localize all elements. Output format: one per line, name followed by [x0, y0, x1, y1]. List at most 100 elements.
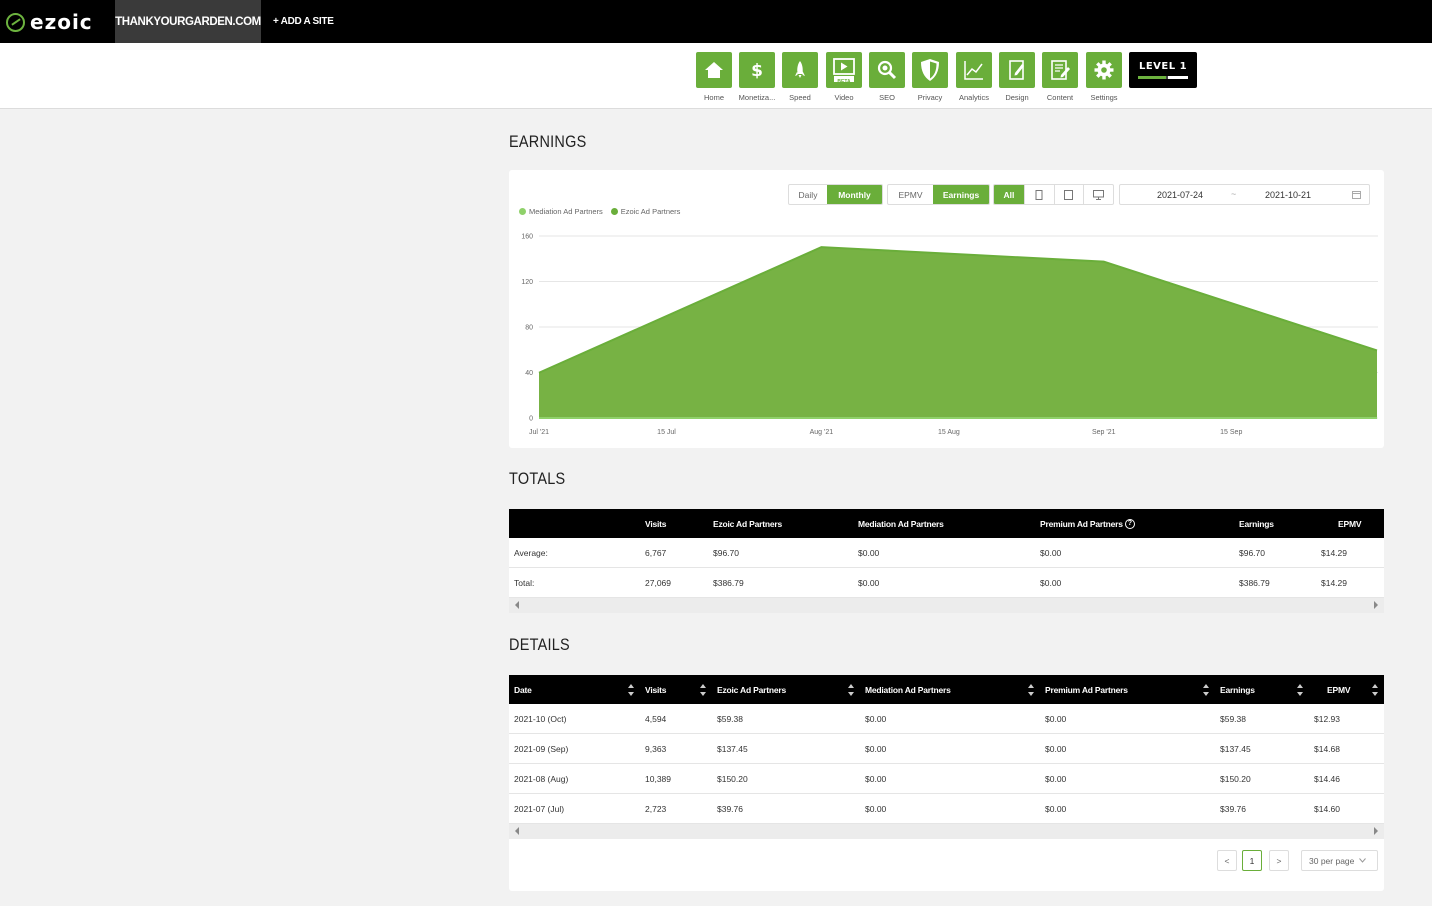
cell-epmv: $14.46: [1314, 774, 1340, 784]
daily-button[interactable]: Daily: [789, 185, 827, 204]
earnings-heading: EARNINGS: [509, 132, 587, 151]
cell-date: 2021-08 (Aug): [514, 774, 569, 784]
sort-icon[interactable]: [1203, 684, 1209, 696]
sort-icon[interactable]: [848, 684, 854, 696]
column-header-epmv[interactable]: EPMV: [1327, 675, 1350, 704]
logo-text: ezoic: [30, 10, 93, 34]
column-header-mediation[interactable]: Mediation Ad Partners: [865, 675, 951, 704]
column-header-ezoic: Ezoic Ad Partners: [713, 518, 783, 529]
scroll-left-arrow[interactable]: [515, 601, 519, 609]
cell-earnings: $59.38: [1220, 714, 1246, 724]
page-size-value: 30 per page: [1309, 855, 1355, 866]
analytics-button[interactable]: [956, 52, 992, 88]
cell-visits: 4,594: [645, 714, 667, 724]
ezoic-logo[interactable]: ezoic: [6, 8, 93, 36]
nav-label: SEO: [879, 93, 895, 102]
sort-icon[interactable]: [700, 684, 706, 696]
page-size-select[interactable]: 30 per page: [1301, 850, 1378, 871]
nav-item-seo[interactable]: SEO: [869, 52, 905, 102]
content-button[interactable]: [1042, 52, 1078, 88]
seo-button[interactable]: [869, 52, 905, 88]
nav-item-analytics[interactable]: Analytics: [956, 52, 992, 102]
chevron-down-icon: [1359, 858, 1367, 863]
granularity-toggle: Daily Monthly: [788, 184, 883, 205]
tablet-button[interactable]: [1053, 185, 1084, 204]
level-badge[interactable]: LEVEL 1: [1129, 52, 1197, 88]
settings-button[interactable]: [1086, 52, 1122, 88]
current-page-button[interactable]: 1: [1242, 850, 1262, 871]
chart-legend: Mediation Ad Partners Ezoic Ad Partners: [519, 207, 680, 216]
date-start[interactable]: 2021-07-24: [1157, 190, 1203, 200]
desktop-button[interactable]: [1083, 185, 1113, 204]
x-tick-label: 15 Jul: [657, 429, 676, 436]
legend-item-ezoic[interactable]: Ezoic Ad Partners: [610, 207, 681, 216]
sort-icon[interactable]: [628, 684, 634, 696]
date-range-picker[interactable]: 2021-07-24 ~ 2021-10-21: [1119, 184, 1370, 205]
column-header-premium-label: Premium Ad Partners: [1040, 518, 1123, 529]
site-selector-tab[interactable]: THANKYOURGARDEN.COM: [115, 0, 261, 43]
all-devices-button[interactable]: All: [994, 185, 1024, 204]
scroll-right-arrow[interactable]: [1374, 601, 1378, 609]
legend-item-mediation[interactable]: Mediation Ad Partners: [519, 207, 603, 216]
y-tick-label: 160: [521, 234, 533, 241]
nav-item-design[interactable]: Design: [999, 52, 1035, 102]
monetization-button[interactable]: $: [739, 52, 775, 88]
nav-item-home[interactable]: Home: [696, 52, 732, 102]
top-bar: ezoic THANKYOURGARDEN.COM + ADD A SITE: [0, 0, 1432, 43]
table-row: 2021-10 (Oct) 4,594 $59.38 $0.00 $0.00 $…: [509, 704, 1384, 734]
privacy-button[interactable]: [912, 52, 948, 88]
y-tick-label: 40: [525, 370, 533, 377]
cell-ezoic: $59.38: [717, 714, 743, 724]
nav-label: Design: [1005, 93, 1029, 102]
horizontal-scrollbar[interactable]: [509, 598, 1384, 613]
column-header-date[interactable]: Date: [514, 675, 532, 704]
cell-ezoic: $96.70: [713, 548, 739, 558]
column-header-premium[interactable]: Premium Ad Partners: [1045, 675, 1128, 704]
sort-icon[interactable]: [1028, 684, 1034, 696]
nav-item-content[interactable]: Content: [1042, 52, 1078, 102]
device-toggle: All: [993, 184, 1114, 205]
cell-premium: $0.00: [1045, 774, 1067, 784]
cell-epmv: $14.29: [1321, 548, 1347, 558]
sort-icon[interactable]: [1297, 684, 1303, 696]
prev-page-button[interactable]: <: [1217, 850, 1237, 871]
scroll-right-arrow[interactable]: [1374, 827, 1378, 835]
legend-label: Ezoic Ad Partners: [620, 207, 681, 216]
column-header-visits[interactable]: Visits: [645, 675, 667, 704]
shield-icon: [921, 59, 939, 81]
nav-item-monetization[interactable]: $ Monetiza...: [739, 52, 775, 102]
cell-ezoic: $39.76: [717, 804, 743, 814]
cell-epmv: $14.60: [1314, 804, 1340, 814]
mobile-button[interactable]: [1023, 185, 1054, 204]
design-button[interactable]: [999, 52, 1035, 88]
earnings-chart-card: Daily Monthly EPMV Earnings All 2021-07-…: [509, 170, 1384, 448]
video-button[interactable]: BETA: [826, 52, 862, 88]
speed-button[interactable]: [782, 52, 818, 88]
sort-icon[interactable]: [1372, 684, 1378, 696]
details-heading: DETAILS: [509, 635, 570, 654]
home-icon: [705, 62, 723, 78]
help-icon[interactable]: ?: [1124, 518, 1135, 529]
add-site-link[interactable]: + ADD A SITE: [273, 0, 334, 43]
series-line-ezoic: [538, 246, 1378, 374]
epmv-button[interactable]: EPMV: [888, 185, 933, 204]
earnings-button[interactable]: Earnings: [933, 185, 989, 204]
x-tick-label: Jul '21: [529, 429, 549, 436]
level-progress-fill: [1138, 76, 1166, 79]
horizontal-scrollbar[interactable]: [509, 824, 1384, 839]
nav-item-video[interactable]: BETA Video: [826, 52, 862, 102]
scroll-left-arrow[interactable]: [515, 827, 519, 835]
monthly-button[interactable]: Monthly: [827, 185, 882, 204]
row-label: Average:: [514, 548, 548, 558]
calendar-icon[interactable]: [1352, 190, 1361, 199]
nav-item-privacy[interactable]: Privacy: [912, 52, 948, 102]
column-header-earnings[interactable]: Earnings: [1220, 675, 1255, 704]
column-header-ezoic[interactable]: Ezoic Ad Partners: [717, 675, 786, 704]
date-end[interactable]: 2021-10-21: [1265, 190, 1311, 200]
home-button[interactable]: [696, 52, 732, 88]
nav-item-settings[interactable]: Settings: [1086, 52, 1122, 102]
cell-mediation: $0.00: [865, 714, 887, 724]
totals-heading: TOTALS: [509, 469, 566, 488]
nav-item-speed[interactable]: Speed: [782, 52, 818, 102]
next-page-button[interactable]: >: [1269, 850, 1289, 871]
